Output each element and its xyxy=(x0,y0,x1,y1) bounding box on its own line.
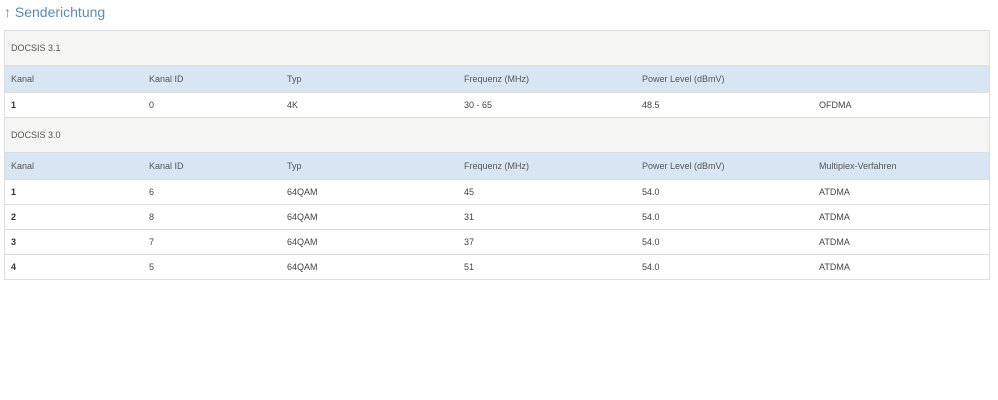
column-header: Kanal ID xyxy=(149,74,184,84)
table-cell: 45 xyxy=(464,187,475,197)
column-header: Frequenz (MHz) xyxy=(464,74,530,84)
column-header: Power Level (dBmV) xyxy=(642,161,725,171)
table-row: 3 7 64QAM 37 54.0 ATDMA xyxy=(5,230,989,255)
group-header: DOCSIS 3.0 xyxy=(5,118,989,153)
table-cell: OFDMA xyxy=(819,100,852,110)
column-header: Multiplex-Verfahren xyxy=(819,161,897,171)
table-cell: 4 xyxy=(11,262,17,272)
table-cell: 1 xyxy=(11,187,17,197)
table-cell: 54.0 xyxy=(642,237,660,247)
table-cell: ATDMA xyxy=(819,237,850,247)
table-cell: 3 xyxy=(11,237,17,247)
table-cell: 6 xyxy=(149,187,155,197)
table-cell: 54.0 xyxy=(642,262,660,272)
table-cell: 48.5 xyxy=(642,100,660,110)
column-header: Typ xyxy=(287,74,302,84)
column-header: Kanal xyxy=(11,161,35,171)
table-cell: 30 - 65 xyxy=(464,100,493,110)
column-header: Kanal ID xyxy=(149,161,184,171)
table-row: 1 0 4K 30 - 65 48.5 OFDMA xyxy=(5,93,989,118)
table-row: 1 6 64QAM 45 54.0 ATDMA xyxy=(5,180,989,205)
column-header: Power Level (dBmV) xyxy=(642,74,725,84)
table-cell: 1 xyxy=(11,100,17,110)
table-cell: 8 xyxy=(149,212,155,222)
table-row: 4 5 64QAM 51 54.0 ATDMA xyxy=(5,255,989,280)
column-header: Typ xyxy=(287,161,302,171)
table-cell: ATDMA xyxy=(819,212,850,222)
section-title[interactable]: ↑ Senderichtung xyxy=(4,4,105,20)
table-cell: 37 xyxy=(464,237,475,247)
table-cell: 64QAM xyxy=(287,237,318,247)
column-header: Kanal xyxy=(11,74,35,84)
table-cell: 51 xyxy=(464,262,475,272)
table-cell: 64QAM xyxy=(287,212,318,222)
table-cell: 54.0 xyxy=(642,212,660,222)
table-cell: ATDMA xyxy=(819,187,850,197)
table-row: 2 8 64QAM 31 54.0 ATDMA xyxy=(5,205,989,230)
table-cell: 54.0 xyxy=(642,187,660,197)
upstream-channel-table: DOCSIS 3.1 Kanal Kanal ID Typ Frequenz (MHz)… xyxy=(4,30,990,280)
table-cell: 5 xyxy=(149,262,155,272)
table-cell: 31 xyxy=(464,212,475,222)
table-cell: 64QAM xyxy=(287,187,318,197)
table-cell: 7 xyxy=(149,237,155,247)
table-cell: 64QAM xyxy=(287,262,318,272)
column-header-row: Kanal Kanal ID Typ Frequenz (MHz) Power Leve… xyxy=(5,153,989,180)
table-cell: ATDMA xyxy=(819,262,850,272)
column-header-row: Kanal Kanal ID Typ Frequenz (MHz) Power Leve… xyxy=(5,66,989,93)
table-cell: 2 xyxy=(11,212,17,222)
group-header: DOCSIS 3.1 xyxy=(5,31,989,66)
table-cell: 0 xyxy=(149,100,155,110)
table-cell: 4K xyxy=(287,100,299,110)
column-header: Frequenz (MHz) xyxy=(464,161,530,171)
